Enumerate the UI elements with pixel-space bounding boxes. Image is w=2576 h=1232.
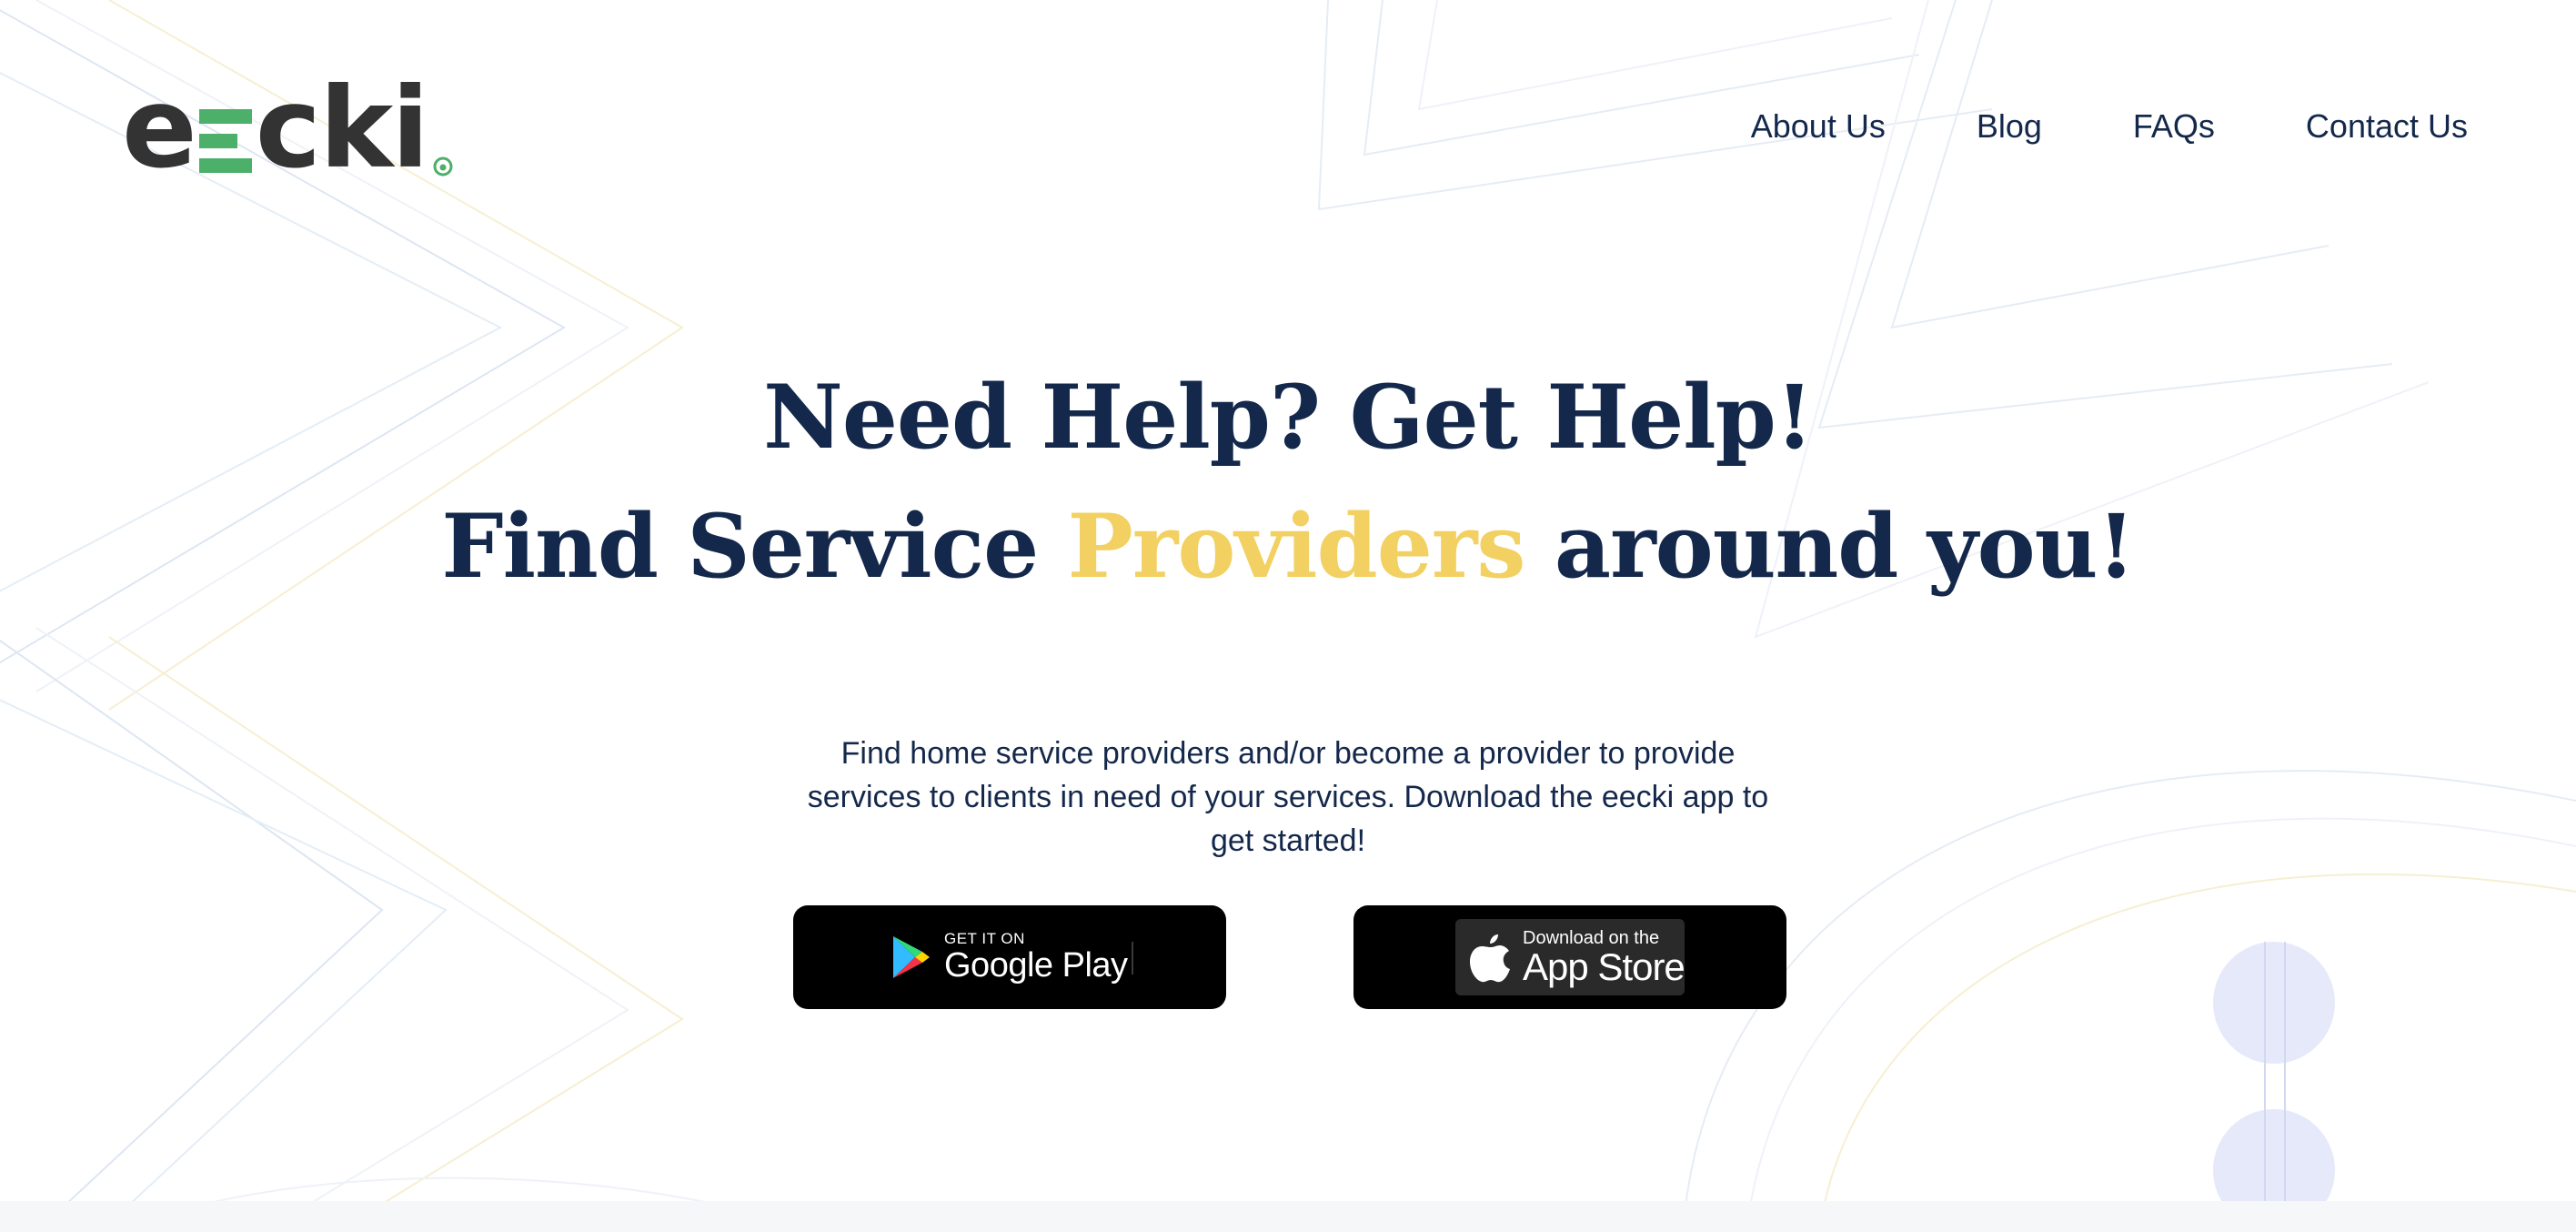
app-store-badge: Download on the App Store (1455, 919, 1685, 995)
hero-line2-before: Find Service (441, 495, 1068, 598)
hero-headline-line2: Find Service Providers around you! (0, 482, 2576, 611)
logo-bars-icon (198, 109, 252, 173)
google-play-small-text: GET IT ON (944, 930, 1025, 947)
google-play-button[interactable]: GET IT ON Google Play (793, 905, 1226, 1009)
google-play-divider (1132, 942, 1133, 974)
logo-text-cki: cki (255, 64, 429, 193)
hero-line2-after: around you! (1524, 495, 2136, 598)
google-play-badge: GET IT ON Google Play (891, 925, 1128, 989)
google-play-icon (893, 936, 930, 978)
google-play-big-text: Google Play (944, 946, 1128, 985)
app-store-big-text: App Store (1523, 945, 1685, 988)
nav-about-us[interactable]: About Us (1751, 107, 1886, 146)
hero-line2-accent: Providers (1067, 495, 1526, 598)
nav-blog[interactable]: Blog (1977, 107, 2042, 146)
app-store-button[interactable]: Download on the App Store (1353, 905, 1786, 1009)
location-pin-icon (433, 157, 453, 177)
hero-headline-line1: Need Help? Get Help! (763, 366, 1814, 469)
hero-section: Need Help? Get Help! Find Service Provid… (0, 353, 2576, 611)
main-nav: About Us Blog FAQs Contact Us (1751, 107, 2468, 146)
hero-description: Find home service providers and/or becom… (807, 736, 1769, 858)
logo-letter-e: e (122, 64, 197, 193)
apple-icon (1470, 934, 1510, 983)
eecki-logo[interactable]: e cki (122, 73, 453, 184)
nav-contact-us[interactable]: Contact Us (2306, 107, 2468, 146)
nav-faqs[interactable]: FAQs (2133, 107, 2215, 146)
